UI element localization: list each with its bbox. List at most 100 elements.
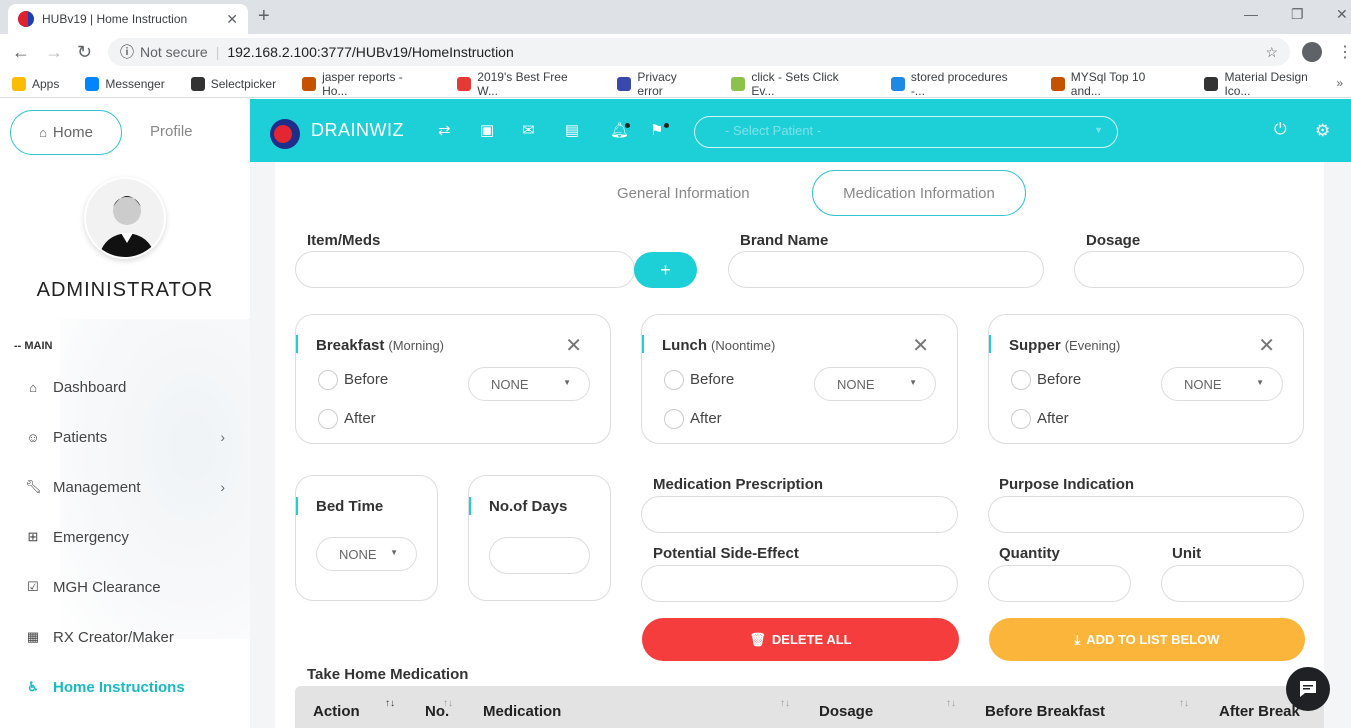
- sidebar-item-label: Dashboard: [53, 378, 127, 396]
- th-before-breakfast[interactable]: Before Breakfast: [985, 703, 1105, 720]
- unit-input[interactable]: [1161, 565, 1304, 602]
- bookmark-favicon-icon: [731, 76, 746, 91]
- sidebar-item-management[interactable]: 🔧︎ Management ›: [25, 475, 225, 499]
- th-after-breakfast[interactable]: After Break: [1219, 703, 1300, 720]
- chevron-down-icon: ▼: [1094, 125, 1103, 135]
- tab-medication-information[interactable]: Medication Information: [812, 170, 1026, 216]
- dosage-input[interactable]: [1074, 251, 1304, 288]
- purpose-indication-input[interactable]: [988, 496, 1304, 533]
- minimize-icon[interactable]: —: [1244, 6, 1258, 22]
- patient-select-placeholder: - Select Patient -: [725, 123, 822, 138]
- sort-icon[interactable]: ↑↓: [946, 698, 956, 709]
- sort-icon[interactable]: ↑↓: [443, 698, 453, 709]
- gear-icon[interactable]: ⚙: [1315, 121, 1330, 141]
- bookmark-favicon-icon: [85, 76, 100, 91]
- flag-icon[interactable]: ⚑: [650, 121, 663, 139]
- after-radio[interactable]: [664, 409, 684, 429]
- med-prescription-input[interactable]: [641, 496, 958, 533]
- new-tab-icon[interactable]: +: [258, 5, 270, 28]
- before-radio[interactable]: [664, 370, 684, 390]
- before-label: Before: [1037, 371, 1082, 388]
- supper-select[interactable]: NONE ▼: [1161, 367, 1283, 401]
- sort-icon[interactable]: ↑↓: [1179, 698, 1189, 709]
- browser-tab[interactable]: HUBv19 | Home Instruction ✕: [8, 4, 248, 34]
- back-icon[interactable]: ←: [12, 42, 30, 63]
- th-action[interactable]: Action: [313, 703, 360, 720]
- no-of-days-label: No.of Days: [489, 498, 568, 515]
- dosage-label: Dosage: [1086, 232, 1141, 249]
- restore-icon[interactable]: ❐: [1291, 6, 1304, 23]
- bookmark-label: Selectpicker: [210, 76, 277, 91]
- delete-all-button[interactable]: 🗑︎ DELETE ALL: [642, 618, 959, 661]
- lunch-select[interactable]: NONE ▼: [814, 367, 936, 401]
- bookmark-favicon-icon: [190, 76, 205, 91]
- bed-time-card: Bed Time NONE ▼: [295, 475, 438, 601]
- sidebar-item-dashboard[interactable]: ⌂ Dashboard: [25, 375, 225, 399]
- close-icon[interactable]: ✕: [565, 333, 582, 358]
- before-radio[interactable]: [318, 370, 338, 390]
- reload-icon[interactable]: ↻: [77, 42, 92, 63]
- wheelchair-icon: ♿︎: [27, 679, 39, 694]
- url-bar[interactable]: ⓘ Not secure | 192.168.2.100:3777/HUBv19…: [108, 38, 1290, 66]
- bookmark-item[interactable]: Material Design Ico...: [1204, 70, 1337, 98]
- add-to-list-button[interactable]: ⤓ ADD TO LIST BELOW: [989, 618, 1305, 661]
- bookmark-item[interactable]: Privacy error: [617, 70, 705, 98]
- accent-bar: [989, 335, 991, 353]
- menu-kebab-icon[interactable]: ⋮: [1337, 42, 1351, 62]
- breakfast-select[interactable]: NONE ▼: [468, 367, 590, 401]
- quantity-input[interactable]: [988, 565, 1131, 602]
- favicon-icon: [18, 11, 34, 27]
- after-radio[interactable]: [1011, 409, 1031, 429]
- bookmark-item[interactable]: Apps: [12, 76, 59, 91]
- brand-name-input[interactable]: [728, 251, 1044, 288]
- th-dosage[interactable]: Dosage: [819, 703, 873, 720]
- sidebar-item-rx-creator[interactable]: ▦ RX Creator/Maker: [25, 625, 225, 649]
- bookmark-item[interactable]: MYSql Top 10 and...: [1050, 70, 1179, 98]
- bookmark-item[interactable]: Selectpicker: [190, 76, 277, 91]
- home-button[interactable]: ⌂ Home: [10, 110, 122, 155]
- calendar-icon[interactable]: ▣: [480, 121, 494, 139]
- bookmark-item[interactable]: stored procedures -...: [890, 69, 1025, 98]
- bookmark-item[interactable]: click - Sets Click Ev...: [731, 70, 865, 98]
- item-meds-input[interactable]: [295, 251, 635, 288]
- sidebar-item-patients[interactable]: ☺ Patients ›: [25, 425, 225, 449]
- patient-select[interactable]: - Select Patient - ▼: [694, 116, 1118, 148]
- mail-icon[interactable]: ✉: [522, 121, 535, 139]
- account-icon[interactable]: [1302, 42, 1322, 62]
- accent-bar: [296, 335, 298, 353]
- sidebar-item-emergency[interactable]: ⊞ Emergency: [25, 525, 225, 549]
- bookmarks-overflow-icon[interactable]: »: [1336, 76, 1343, 90]
- no-of-days-input[interactable]: [489, 537, 590, 574]
- power-icon[interactable]: ⏻: [1274, 121, 1287, 139]
- add-item-button[interactable]: +: [634, 252, 697, 288]
- sort-icon[interactable]: ↑↓: [780, 698, 790, 709]
- chat-button[interactable]: [1286, 667, 1330, 711]
- purpose-indication-label: Purpose Indication: [999, 476, 1135, 493]
- item-meds-label: Item/Meds: [307, 232, 381, 249]
- bookmark-item[interactable]: 2019's Best Free W...: [457, 70, 591, 98]
- tab-close-icon[interactable]: ✕: [226, 11, 238, 28]
- side-effect-input[interactable]: [641, 565, 958, 602]
- info-tabs: General Information Medication Informati…: [275, 170, 1324, 216]
- forward-icon[interactable]: →: [45, 42, 63, 63]
- bookmark-item[interactable]: jasper reports - Ho...: [302, 70, 431, 98]
- window-close-icon[interactable]: ✕: [1336, 6, 1348, 23]
- bookmark-label: stored procedures -...: [910, 69, 1008, 98]
- close-icon[interactable]: ✕: [912, 333, 929, 358]
- contact-card-icon[interactable]: ▤: [565, 121, 579, 139]
- close-icon[interactable]: ✕: [1258, 333, 1275, 358]
- bed-time-select[interactable]: NONE ▼: [316, 537, 417, 571]
- sidebar-item-home-instructions[interactable]: ♿︎ Home Instructions: [25, 675, 225, 699]
- profile-button[interactable]: Profile: [150, 123, 193, 140]
- before-radio[interactable]: [1011, 370, 1031, 390]
- tab-general-information[interactable]: General Information: [617, 185, 750, 202]
- bookmarks-bar: Apps Messenger Selectpicker jasper reports …: [0, 70, 1351, 98]
- bookmark-star-icon[interactable]: ☆: [1265, 44, 1278, 61]
- th-medication[interactable]: Medication: [483, 703, 561, 720]
- swap-icon[interactable]: ⇄: [438, 121, 451, 139]
- main-content: General Information Medication Informati…: [250, 162, 1351, 728]
- after-radio[interactable]: [318, 409, 338, 429]
- sort-icon[interactable]: ↑↓: [385, 698, 395, 709]
- bookmark-item[interactable]: Messenger: [85, 76, 165, 91]
- sidebar-item-mgh-clearance[interactable]: ☑ MGH Clearance: [25, 575, 225, 599]
